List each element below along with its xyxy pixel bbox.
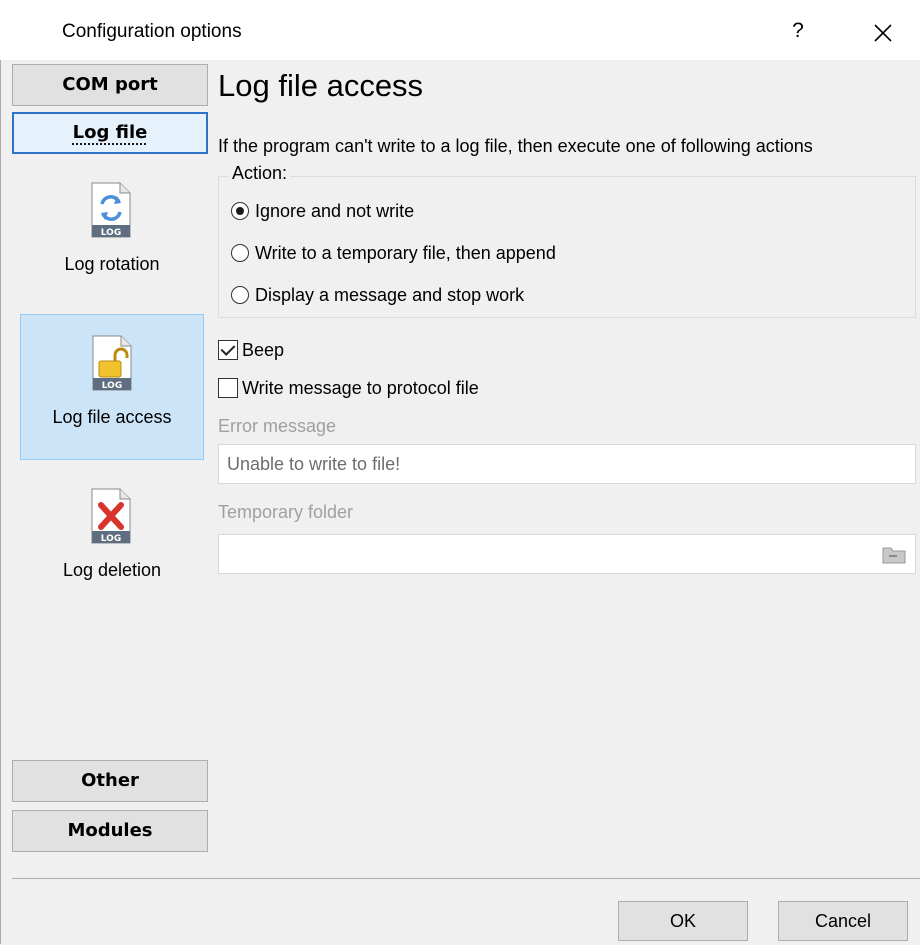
beep-label: Beep	[242, 339, 285, 360]
radio-label: Display a message and stop work	[255, 284, 525, 305]
action-groupbox: Action: Ignore and not write Write to a …	[218, 163, 916, 318]
nav-other[interactable]: Other	[12, 760, 208, 802]
radio-label: Ignore and not write	[255, 200, 415, 221]
nav-modules-label: Modules	[67, 820, 153, 841]
write-protocol-checkbox-row[interactable]: Write message to protocol file	[218, 374, 479, 402]
radio-label: Write to a temporary file, then append	[255, 242, 556, 263]
temporary-folder-field[interactable]	[218, 534, 916, 574]
sidebar-item-log-rotation[interactable]: LOG Log rotation	[20, 162, 204, 308]
sidebar-item-log-file-access[interactable]: LOG Log file access	[20, 314, 204, 460]
beep-checkbox-row[interactable]: Beep	[218, 336, 284, 364]
close-icon	[874, 24, 892, 42]
log-badge: LOG	[101, 534, 121, 544]
write-protocol-label: Write message to protocol file	[242, 377, 479, 398]
sidebar-item-log-deletion[interactable]: LOG Log deletion	[20, 468, 204, 614]
log-deletion-icon: LOG	[91, 488, 131, 544]
nav-other-label: Other	[81, 770, 139, 791]
title-bar: Configuration options ?	[0, 0, 920, 60]
radio-button[interactable]	[231, 244, 249, 262]
log-rotation-icon: LOG	[91, 182, 131, 238]
temporary-folder-label: Temporary folder	[218, 502, 354, 522]
sidebar-item-label: Log file access	[52, 407, 172, 427]
log-access-lock-icon: LOG	[92, 335, 132, 391]
radio-button[interactable]	[231, 286, 249, 304]
sidebar-item-label: Log rotation	[64, 254, 160, 274]
footer-bar: OK Cancel	[12, 878, 920, 945]
nav-log-file[interactable]: Log file	[12, 112, 208, 154]
nav-com-port-label: COM port	[62, 74, 158, 95]
page-title: Log file access	[218, 68, 424, 103]
radio-button-checked[interactable]	[231, 202, 249, 220]
radio-ignore[interactable]: Ignore and not write	[231, 197, 414, 225]
window-title: Configuration options	[62, 21, 242, 42]
log-badge: LOG	[101, 228, 121, 238]
cancel-button[interactable]: Cancel	[778, 901, 908, 941]
log-badge: LOG	[102, 381, 122, 391]
close-button[interactable]	[863, 16, 903, 50]
radio-display-message[interactable]: Display a message and stop work	[231, 281, 524, 309]
nav-log-file-label: Log file	[72, 122, 148, 143]
action-group-title: Action:	[229, 163, 291, 184]
error-message-field[interactable]: Unable to write to file!	[218, 444, 916, 484]
sidebar-item-label: Log deletion	[62, 560, 162, 580]
nav-com-port[interactable]: COM port	[12, 64, 208, 106]
write-protocol-checkbox[interactable]	[218, 378, 238, 398]
radio-temp-file[interactable]: Write to a temporary file, then append	[231, 239, 556, 267]
error-message-label: Error message	[218, 416, 337, 436]
beep-checkbox[interactable]	[218, 340, 238, 360]
ok-button[interactable]: OK	[618, 901, 748, 941]
nav-modules[interactable]: Modules	[12, 810, 208, 852]
help-button[interactable]: ?	[783, 16, 813, 46]
folder-icon[interactable]	[881, 543, 907, 565]
window-frame	[0, 0, 10, 944]
intro-text: If the program can't write to a log file…	[218, 136, 813, 156]
